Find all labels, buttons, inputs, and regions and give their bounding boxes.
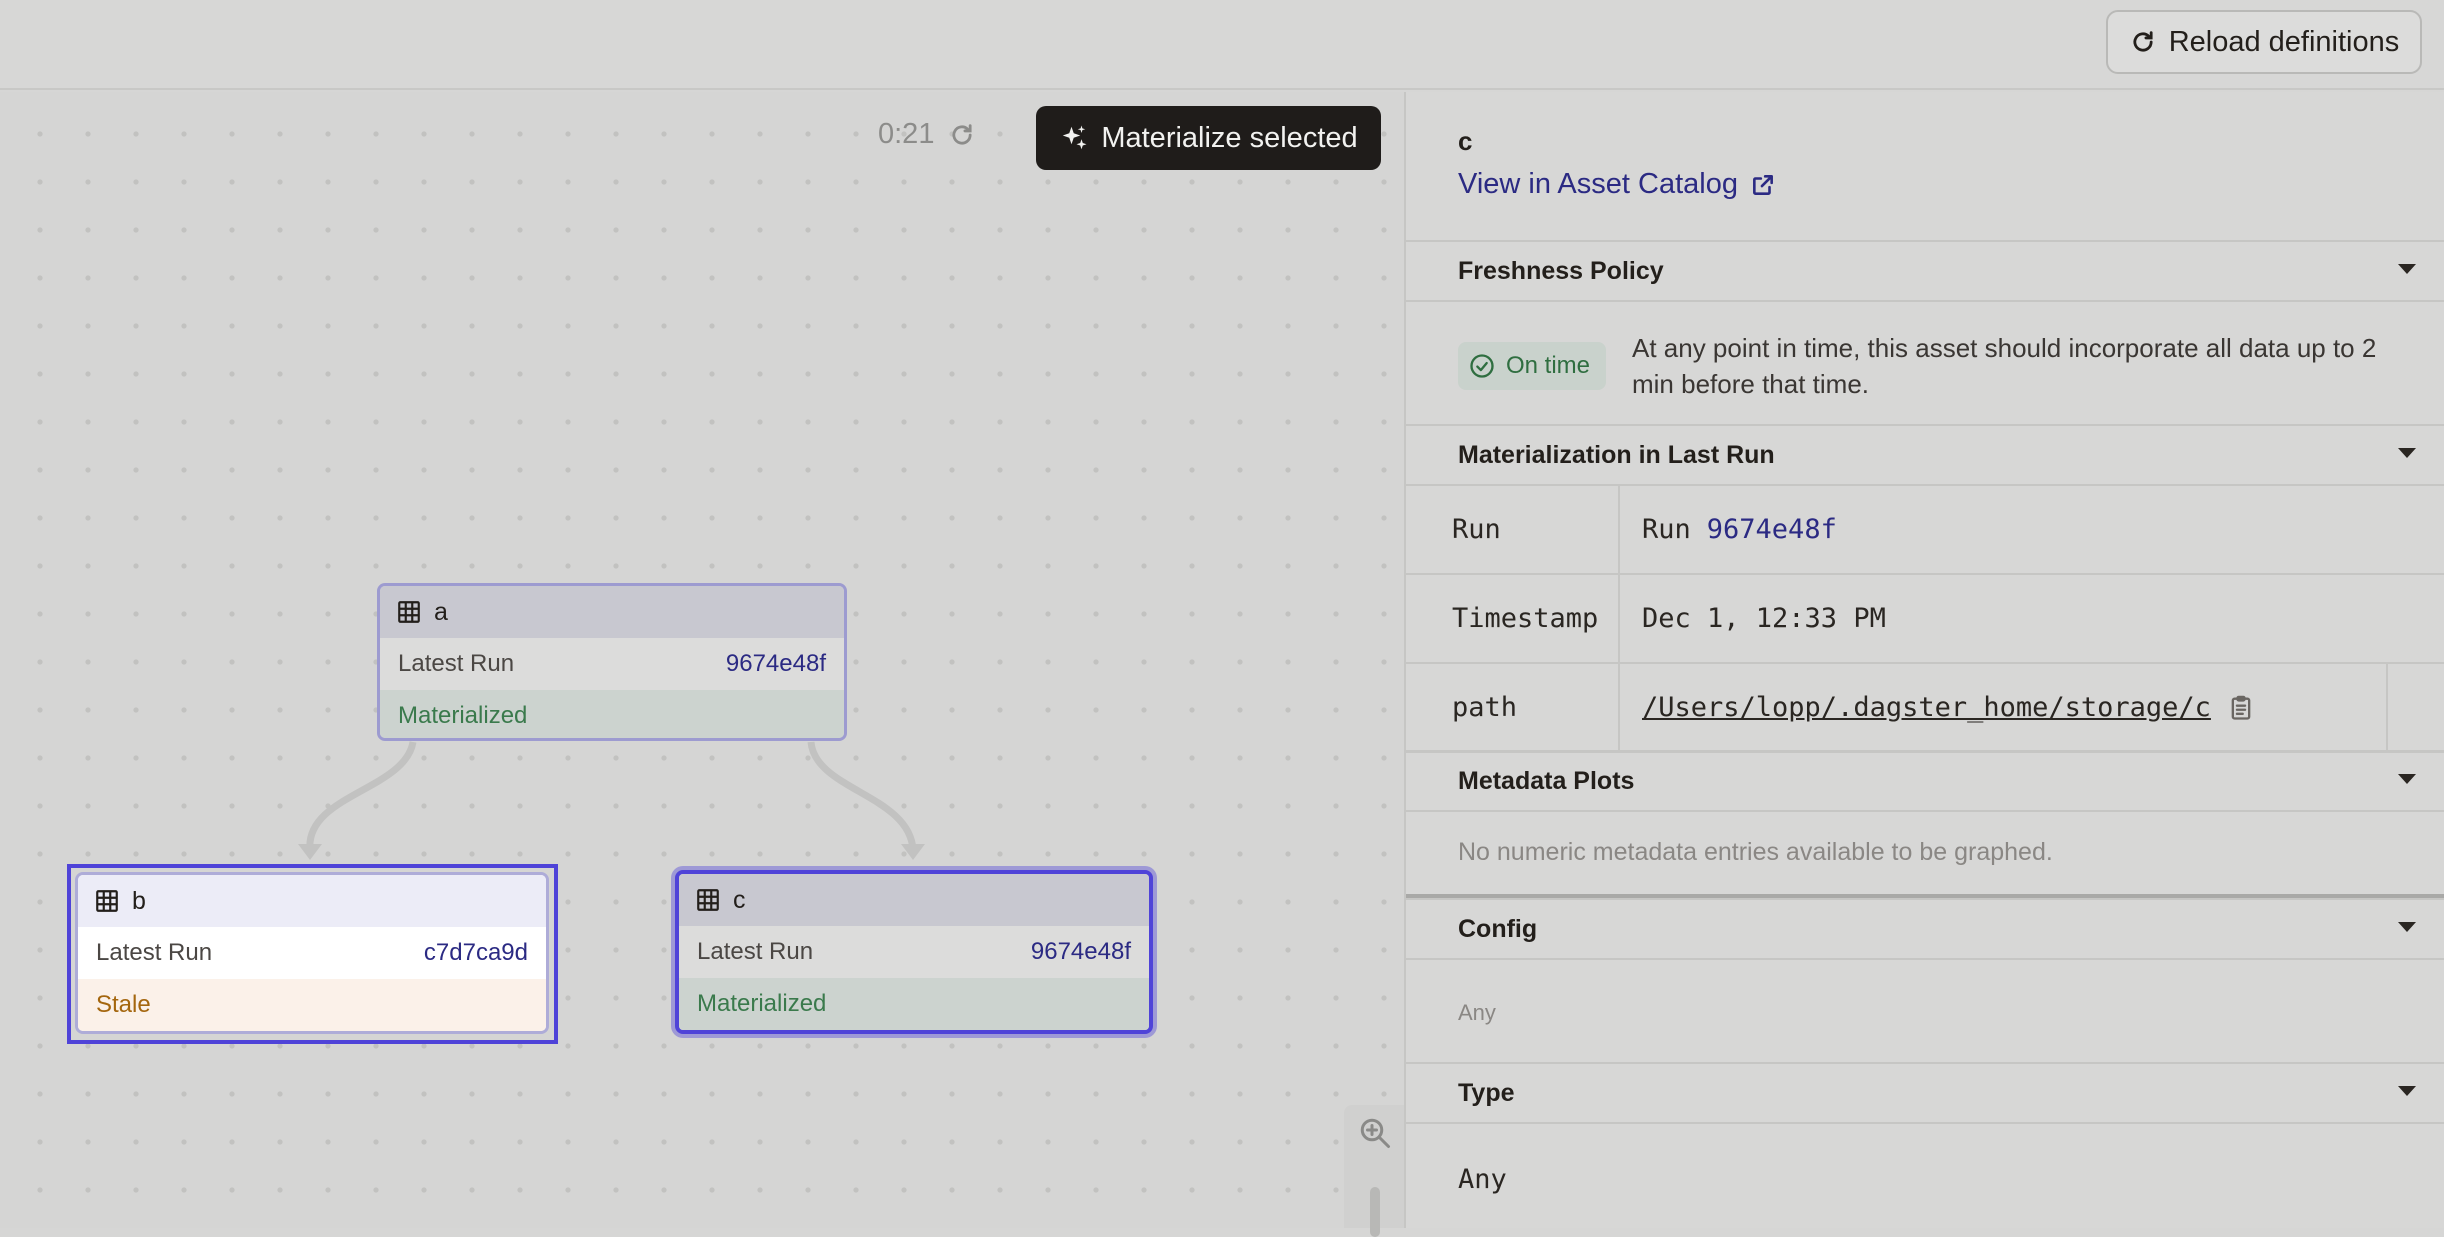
latest-run-link[interactable]: 9674e48f — [1031, 938, 1131, 966]
asset-sidebar-header: c View in Asset Catalog — [1406, 92, 2444, 240]
latest-run-link[interactable]: c7d7ca9d — [424, 939, 528, 967]
asset-node-header: b — [78, 875, 546, 927]
check-circle-icon — [1470, 354, 1494, 378]
zoom-slider[interactable] — [1370, 1187, 1380, 1237]
table-icon — [96, 890, 118, 912]
top-bar: Reload definitions — [0, 0, 2444, 90]
on-time-label: On time — [1506, 352, 1591, 379]
table-row: Timestamp Dec 1, 12:33 PM — [1406, 575, 2444, 664]
chevron-down-icon — [2398, 1086, 2416, 1096]
table-icon — [398, 601, 420, 623]
chevron-down-icon — [2398, 774, 2416, 784]
materialize-selected-button[interactable]: Materialize selected — [1036, 106, 1381, 170]
asset-node-header: c — [679, 874, 1149, 926]
asset-node-b[interactable]: b Latest Run c7d7ca9d Stale — [75, 872, 549, 1034]
chevron-down-icon — [2398, 448, 2416, 458]
asset-name: c — [1458, 126, 1473, 156]
metadata-plots-section-header[interactable]: Metadata Plots — [1406, 750, 2444, 812]
config-section-header[interactable]: Config — [1406, 898, 2444, 960]
status-badge: Stale — [78, 979, 546, 1031]
latest-run-label: Latest Run — [398, 650, 515, 677]
freshness-policy-section-header[interactable]: Freshness Policy — [1406, 240, 2444, 302]
asset-sidebar: c View in Asset Catalog Freshness Policy… — [1404, 92, 2444, 1228]
path-link[interactable]: /Users/lopp/.dagster_home/storage/c — [1642, 692, 2211, 723]
config-title: Config — [1458, 914, 1538, 943]
materialization-metadata-table: Run Run 9674e48f Timestamp Dec 1, 12:33 … — [1406, 486, 2444, 753]
metadata-key: path — [1406, 664, 1620, 751]
asset-node-header: a — [380, 586, 844, 638]
materialization-section-header[interactable]: Materialization in Last Run — [1406, 424, 2444, 486]
zoom-in-icon[interactable] — [1357, 1115, 1393, 1151]
materialize-selected-label: Materialize selected — [1101, 121, 1358, 154]
freshness-description: At any point in time, this asset should … — [1632, 333, 2377, 399]
freshness-policy-title: Freshness Policy — [1458, 256, 1664, 285]
run-id-link[interactable]: 9674e48f — [1707, 514, 1837, 545]
metadata-value: Dec 1, 12:33 PM — [1620, 575, 2388, 662]
reload-definitions-button[interactable]: Reload definitions — [2106, 10, 2422, 74]
materialization-title: Materialization in Last Run — [1458, 440, 1775, 469]
metadata-value: /Users/lopp/.dagster_home/storage/c — [1620, 664, 2388, 751]
type-title: Type — [1458, 1078, 1515, 1107]
timestamp-value: Dec 1, 12:33 PM — [1642, 603, 1886, 634]
refresh-timer[interactable]: 0:21 — [878, 118, 976, 151]
view-in-catalog-link[interactable]: View in Asset Catalog — [1458, 168, 1776, 201]
status-badge: Materialized — [679, 978, 1149, 1030]
asset-node-name: c — [733, 885, 746, 914]
reload-definitions-label: Reload definitions — [2168, 25, 2400, 58]
asset-node-name: a — [434, 597, 448, 626]
on-time-badge: On time — [1458, 342, 1607, 390]
table-row: path /Users/lopp/.dagster_home/storage/c — [1406, 664, 2444, 753]
chevron-down-icon — [2398, 264, 2416, 274]
type-section-header[interactable]: Type — [1406, 1062, 2444, 1124]
config-value: Any — [1458, 1000, 1496, 1025]
refresh-countdown: 0:21 — [878, 118, 935, 150]
metadata-key: Run — [1406, 486, 1620, 573]
metadata-value: Run 9674e48f — [1620, 486, 2388, 573]
asset-node-name: b — [132, 886, 146, 915]
view-in-catalog-label: View in Asset Catalog — [1458, 168, 1738, 200]
zoom-control — [1344, 1105, 1404, 1237]
metadata-plots-empty-message: No numeric metadata entries available to… — [1458, 838, 2053, 866]
latest-run-row: Latest Run 9674e48f — [380, 638, 844, 690]
metadata-key: Timestamp — [1406, 575, 1620, 662]
metadata-plots-title: Metadata Plots — [1458, 766, 1635, 795]
clipboard-icon[interactable] — [2227, 694, 2255, 722]
status-badge: Materialized — [380, 690, 844, 738]
latest-run-label: Latest Run — [96, 939, 213, 966]
refresh-icon — [952, 123, 973, 145]
asset-node-c[interactable]: c Latest Run 9674e48f Materialized — [675, 870, 1153, 1034]
chevron-down-icon — [2398, 922, 2416, 932]
latest-run-row: Latest Run c7d7ca9d — [78, 927, 546, 979]
sparkle-icon — [1063, 125, 1087, 150]
external-link-icon — [1753, 174, 1773, 195]
freshness-policy-body: On time At any point in time, this asset… — [1406, 304, 2444, 424]
table-icon — [697, 889, 719, 911]
run-prefix: Run — [1642, 514, 1691, 545]
asset-node-a[interactable]: a Latest Run 9674e48f Materialized — [377, 583, 847, 741]
type-value: Any — [1458, 1164, 1507, 1195]
table-row: Run Run 9674e48f — [1406, 486, 2444, 575]
latest-run-label: Latest Run — [697, 938, 814, 965]
latest-run-link[interactable]: 9674e48f — [726, 650, 826, 678]
latest-run-row: Latest Run 9674e48f — [679, 926, 1149, 978]
refresh-icon — [2133, 31, 2153, 52]
